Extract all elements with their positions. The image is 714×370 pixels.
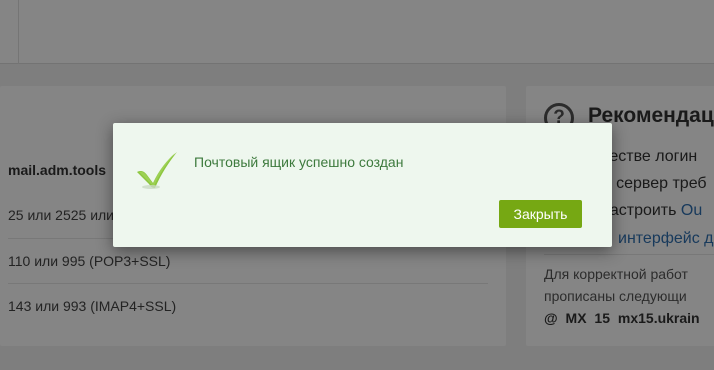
close-button[interactable]: Закрыть	[499, 200, 582, 228]
page: mail.adm.tools 25 или 2525 или 110 или 9…	[0, 0, 714, 370]
success-dialog: Почтовый ящик успешно создан Закрыть	[113, 123, 612, 247]
checkmark-icon	[137, 152, 177, 189]
success-message: Почтовый ящик успешно создан	[194, 154, 404, 170]
